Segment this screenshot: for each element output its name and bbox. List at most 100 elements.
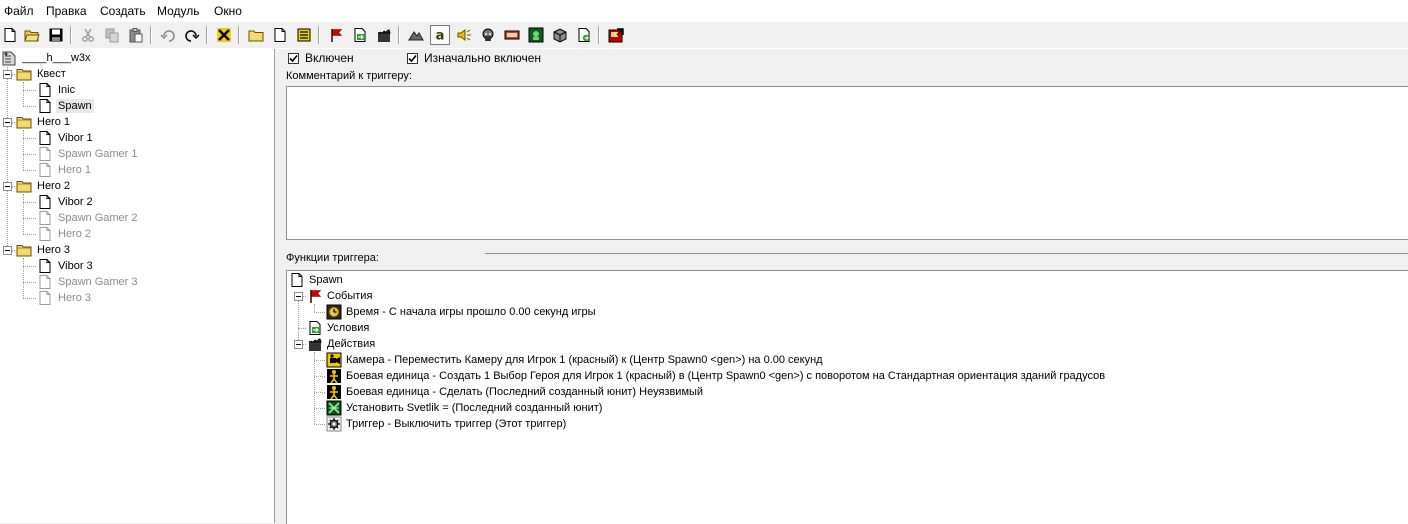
collapse-toggle[interactable] (294, 292, 303, 301)
new-category-button[interactable] (246, 25, 266, 45)
enabled-checkbox-box[interactable] (288, 52, 299, 64)
menu-item-3[interactable]: Модуль (157, 4, 200, 18)
delete-icon (216, 27, 232, 43)
import-manager-button[interactable] (550, 25, 570, 45)
tree-trigger-item[interactable]: Spawn Gamer 1 (37, 146, 139, 162)
new-action-button[interactable] (374, 25, 394, 45)
menu-item-2[interactable]: Создать (100, 4, 146, 18)
action-item[interactable]: Боевая единица - Сделать (Последний созд… (326, 384, 703, 400)
tree-trigger-item[interactable]: Vibor 3 (37, 258, 95, 274)
toolbar-separator (70, 26, 72, 44)
tree-node-label: Hero 3 (37, 244, 71, 256)
toolbar: a (0, 22, 1408, 49)
open-folder-button[interactable] (22, 25, 42, 45)
action-item[interactable]: Установить Svetlik = (Последний созданны… (326, 400, 602, 416)
tree-root-map[interactable]: ____h___w3x (1, 50, 93, 66)
tree-connector (314, 352, 315, 424)
tree-trigger-item[interactable]: Hero 2 (37, 226, 93, 242)
terrain-editor-button[interactable] (406, 25, 426, 45)
menu-item-4[interactable]: Окно (214, 4, 242, 18)
enabled-checkbox[interactable]: Включен (288, 51, 354, 65)
tree-node-label: Vibor 1 (58, 132, 93, 144)
delete-button[interactable] (214, 25, 234, 45)
collapse-toggle[interactable] (3, 246, 12, 255)
tree-trigger-item[interactable]: Hero 1 (37, 162, 93, 178)
actions-section[interactable]: Действия (307, 336, 375, 352)
menu-item-0[interactable]: Файл (4, 4, 34, 18)
unit-icon (326, 368, 342, 384)
copy-button[interactable] (102, 25, 122, 45)
initially-enabled-checkbox[interactable]: Изначально включен (407, 51, 541, 65)
tree-connector (23, 90, 36, 91)
initially-enabled-checkbox-box[interactable] (407, 52, 418, 64)
comment-textarea[interactable] (286, 86, 1408, 240)
actions-section-label: Действия (327, 338, 376, 350)
actions-icon (307, 336, 323, 352)
tree-connector (23, 154, 36, 155)
tree-category[interactable]: Hero 3 (16, 242, 72, 258)
tree-node-label: Hero 1 (37, 116, 71, 128)
tree-category[interactable]: Hero 1 (16, 114, 72, 130)
trigger-disabled-icon (37, 290, 53, 306)
object-editor-icon (480, 27, 496, 43)
new-event-button[interactable] (326, 25, 346, 45)
tree-category[interactable]: Hero 2 (16, 178, 72, 194)
tree-trigger-item[interactable]: Spawn Gamer 3 (37, 274, 139, 290)
action-item-label: Боевая единица - Сделать (Последний созд… (346, 386, 704, 398)
tree-node-label: Квест (37, 68, 66, 80)
trigger-tree: ____h___w3x Квест Inic Spawn Hero 1 Vibor 1 Sp… (0, 49, 275, 523)
tree-node-label: Spawn Gamer 2 (58, 212, 138, 224)
new-action-icon (376, 27, 392, 43)
tree-node-label: Hero 2 (37, 180, 71, 192)
collapse-toggle[interactable] (3, 70, 12, 79)
action-item[interactable]: Триггер - Выключить триггер (Этот тригге… (326, 416, 566, 432)
tree-trigger-item[interactable]: Hero 3 (37, 290, 93, 306)
undo-button[interactable] (158, 25, 178, 45)
action-item[interactable]: Камера - Переместить Камеру для Игрок 1 … (326, 352, 823, 368)
toolbar-separator (318, 26, 320, 44)
event-item[interactable]: Время - С начала игры прошло 0.00 секунд… (326, 304, 595, 320)
tree-connector (23, 82, 24, 106)
collapse-toggle[interactable] (3, 182, 12, 191)
collapse-toggle[interactable] (3, 118, 12, 127)
tree-trigger-item[interactable]: Inic (37, 82, 77, 98)
conditions-section[interactable]: Условия (307, 320, 369, 336)
enabled-label: Включен (305, 51, 354, 65)
campaign-editor-button[interactable] (502, 25, 522, 45)
trigger-disabled-icon (37, 274, 53, 290)
new-file-button[interactable] (0, 25, 20, 45)
cut-button[interactable] (78, 25, 98, 45)
save-button[interactable] (46, 25, 66, 45)
export-map-button[interactable] (574, 25, 594, 45)
collapse-toggle[interactable] (294, 340, 303, 349)
test-map-button[interactable] (606, 25, 626, 45)
trigger-editor-button[interactable]: a (430, 25, 450, 45)
action-item-label: Камера - Переместить Камеру для Игрок 1 … (346, 354, 823, 366)
save-icon (48, 27, 64, 43)
new-comment-button[interactable] (294, 25, 314, 45)
tree-trigger-item[interactable]: Spawn (37, 98, 94, 114)
tree-trigger-item[interactable]: Vibor 1 (37, 130, 95, 146)
new-comment-icon (296, 27, 312, 43)
new-category-icon (248, 27, 264, 43)
ai-editor-button[interactable] (526, 25, 546, 45)
sound-editor-button[interactable] (454, 25, 474, 45)
paste-button[interactable] (126, 25, 146, 45)
events-section[interactable]: События (307, 288, 372, 304)
action-item[interactable]: Боевая единица - Создать 1 Выбор Героя д… (326, 368, 1105, 384)
functions-trigger-name[interactable]: Spawn (289, 272, 343, 288)
tree-connector (23, 138, 36, 139)
menu-item-1[interactable]: Правка (46, 4, 87, 18)
redo-button[interactable] (182, 25, 202, 45)
tree-trigger-item[interactable]: Vibor 2 (37, 194, 95, 210)
trigger-icon (37, 130, 53, 146)
new-condition-button[interactable] (350, 25, 370, 45)
object-editor-button[interactable] (478, 25, 498, 45)
tree-trigger-item[interactable]: Spawn Gamer 2 (37, 210, 139, 226)
clock-icon (326, 304, 342, 320)
open-folder-icon (24, 27, 40, 43)
tree-category[interactable]: Квест (16, 66, 68, 82)
tree-node-label: Vibor 2 (58, 196, 93, 208)
new-trigger-button[interactable] (270, 25, 290, 45)
paste-icon (128, 27, 144, 43)
